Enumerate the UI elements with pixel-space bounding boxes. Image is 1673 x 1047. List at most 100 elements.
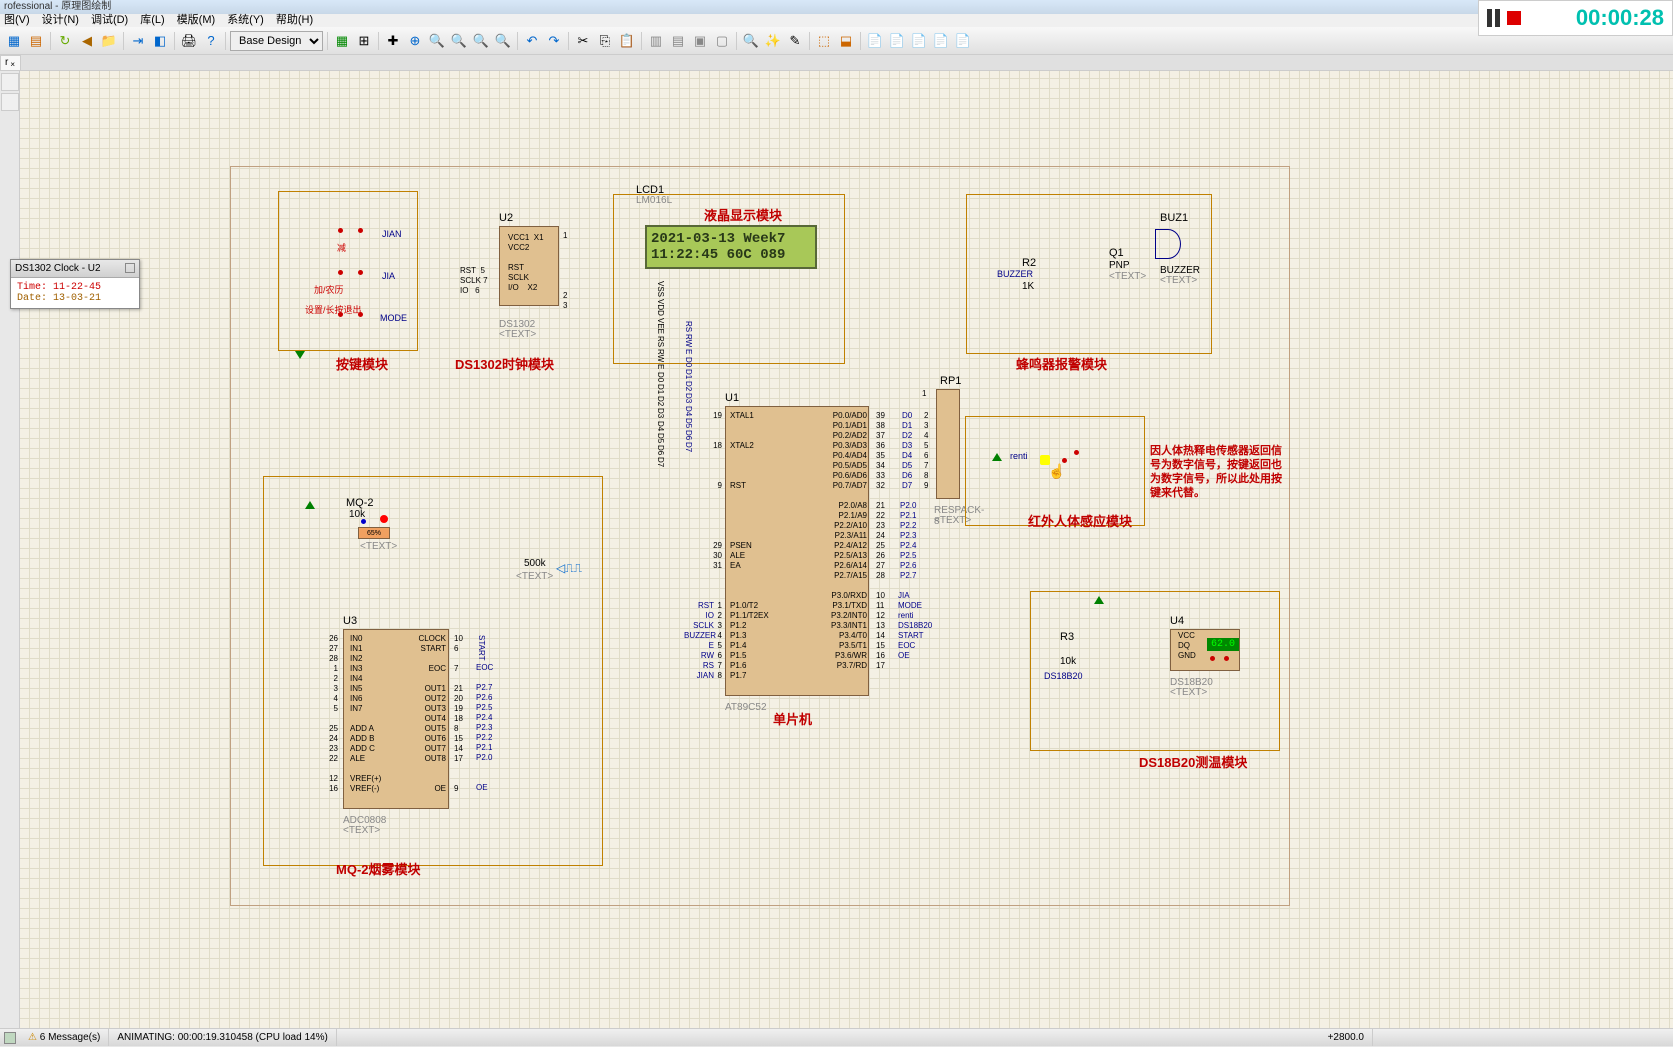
tb-decomp-icon[interactable]: ⬓ bbox=[836, 31, 856, 51]
sw-dot bbox=[358, 312, 363, 317]
power-icon bbox=[1094, 596, 1104, 604]
tb-zoom-in-icon[interactable]: 🔍 bbox=[427, 31, 447, 51]
recorder-pause-button[interactable] bbox=[1487, 9, 1501, 27]
separator bbox=[174, 32, 175, 50]
tab-schematic[interactable]: r × bbox=[0, 55, 21, 71]
tb-crosshair-icon[interactable]: ✚ bbox=[383, 31, 403, 51]
sb-play-icon[interactable] bbox=[4, 1032, 16, 1044]
tb-back-icon[interactable]: ◀ bbox=[77, 31, 97, 51]
tb-copy-icon[interactable]: ⎘ bbox=[595, 31, 615, 51]
menu-debug[interactable]: 调试(D) bbox=[91, 14, 128, 27]
sw-dot bbox=[338, 312, 343, 317]
tb-undo-icon[interactable]: ↶ bbox=[522, 31, 542, 51]
design-select[interactable]: Base Design bbox=[230, 31, 323, 51]
sb-messages[interactable]: ⚠ 6 Message(s) bbox=[20, 1029, 109, 1046]
sb-animating: ANIMATING: 00:00:19.310458 (CPU load 14%… bbox=[109, 1029, 336, 1046]
separator bbox=[641, 32, 642, 50]
tb-find-icon[interactable]: 🔍 bbox=[741, 31, 761, 51]
r2-net: BUZZER bbox=[997, 269, 1033, 279]
tb-paste-icon[interactable]: 📋 bbox=[617, 31, 637, 51]
mq2-dot bbox=[361, 519, 366, 524]
tb-schematic-icon[interactable]: ▦ bbox=[4, 31, 24, 51]
sw-dot bbox=[358, 228, 363, 233]
tb-report-icon[interactable]: 📄 bbox=[953, 31, 973, 51]
net-jia: JIA bbox=[382, 271, 395, 281]
tab-bar: r × bbox=[0, 55, 1673, 71]
tb-new-icon[interactable]: ↻ bbox=[55, 31, 75, 51]
mq2-pot[interactable]: 65% bbox=[358, 527, 390, 539]
label-keys-module: 按键模块 bbox=[336, 354, 388, 373]
component-rp1[interactable]: RP1 RESPACK-8 <TEXT> bbox=[936, 389, 960, 499]
label-jian: 减 bbox=[337, 241, 346, 254]
tb-zoom-area-icon[interactable]: 🔍 bbox=[493, 31, 513, 51]
title-bar: rofessional - 原理图绘制 bbox=[0, 0, 1673, 14]
u3-start-net: START bbox=[476, 635, 486, 660]
left-toolbar bbox=[0, 71, 20, 1028]
tb-wand-icon[interactable]: ✨ bbox=[763, 31, 783, 51]
separator bbox=[225, 32, 226, 50]
tb-ascii-icon[interactable]: 📄 bbox=[931, 31, 951, 51]
menu-library[interactable]: 库(L) bbox=[140, 14, 164, 27]
tb-edit-icon[interactable]: ✎ bbox=[785, 31, 805, 51]
menu-design[interactable]: 设计(N) bbox=[42, 14, 79, 27]
tb-import-icon[interactable]: ⇥ bbox=[128, 31, 148, 51]
schematic-canvas[interactable]: DS1302 Clock - U2 Time: 11-22-45 Date: 1… bbox=[0, 71, 1673, 1028]
r2-val: 1K bbox=[1022, 281, 1034, 292]
power-icon bbox=[992, 453, 1002, 461]
power-icon bbox=[305, 501, 315, 509]
tb-pkg-icon[interactable]: ⬚ bbox=[814, 31, 834, 51]
label-mq2-module: MQ-2烟雾模块 bbox=[336, 859, 421, 878]
u1-right-labels: P0.0/AD0P0.1/AD1P0.2/AD2P0.3/AD3P0.4/AD4… bbox=[825, 411, 867, 671]
tb-cut-icon[interactable]: ✂ bbox=[573, 31, 593, 51]
r3-net: DS18B20 bbox=[1044, 671, 1083, 681]
tb-folder-icon[interactable]: 📁 bbox=[99, 31, 119, 51]
q1-text: <TEXT> bbox=[1109, 271, 1146, 282]
label-ds1302-module: DS1302时钟模块 bbox=[455, 354, 554, 373]
r3-val: 10k bbox=[1060, 656, 1076, 667]
menu-view[interactable]: 图(V) bbox=[4, 14, 30, 27]
lt-component-icon[interactable] bbox=[1, 93, 19, 111]
clock-window-body: Time: 11-22-45 Date: 13-03-21 bbox=[11, 278, 139, 308]
tb-zoom-out-icon[interactable]: 🔍 bbox=[449, 31, 469, 51]
menu-system[interactable]: 系统(Y) bbox=[227, 14, 264, 27]
tb-print-icon[interactable]: 🖨 bbox=[179, 31, 199, 51]
u1-right-nets-bot: JIAMODErentiDS18B20STARTEOCOE bbox=[898, 591, 932, 661]
tb-block-move-icon[interactable]: ▤ bbox=[668, 31, 688, 51]
tb-pan-icon[interactable]: ⊕ bbox=[405, 31, 425, 51]
ir-note-text: 因人体热释电传感器返回信号为数字信号，按键返回也为数字信号，所以此处用按键来代替… bbox=[1150, 444, 1290, 500]
label-mode: 设置/长按退出 bbox=[305, 303, 362, 316]
buzzer-icon bbox=[1155, 229, 1181, 259]
tb-erc-icon[interactable]: 📄 bbox=[887, 31, 907, 51]
tb-zoom-fit-icon[interactable]: 🔍 bbox=[471, 31, 491, 51]
tb-pcb-icon[interactable]: ▤ bbox=[26, 31, 46, 51]
tb-redo-icon[interactable]: ↷ bbox=[544, 31, 564, 51]
tb-snap-icon[interactable]: ⊞ bbox=[354, 31, 374, 51]
net-mode: MODE bbox=[380, 313, 407, 323]
tb-grid-icon[interactable]: ▦ bbox=[332, 31, 352, 51]
u1-right-nets-top: D0D1D2D3D4D5D6D7 bbox=[902, 411, 912, 491]
mq2-ref: MQ-2 bbox=[346, 497, 374, 509]
tab-close-icon[interactable]: × bbox=[10, 58, 18, 66]
menu-template[interactable]: 模版(M) bbox=[177, 14, 216, 27]
tb-block-rotate-icon[interactable]: ▣ bbox=[690, 31, 710, 51]
clock-window-title[interactable]: DS1302 Clock - U2 bbox=[11, 260, 139, 278]
tb-block-delete-icon[interactable]: ▢ bbox=[712, 31, 732, 51]
tb-help-icon[interactable]: ? bbox=[201, 31, 221, 51]
tb-block-copy-icon[interactable]: ▥ bbox=[646, 31, 666, 51]
u3-right-nets: EOC P2.7P2.6P2.5P2.4P2.3P2.2P2.1P2.0 OE bbox=[476, 663, 493, 793]
tb-netlist-icon[interactable]: 📄 bbox=[909, 31, 929, 51]
u1-left-nets: RSTIOSCLKBUZZERERWRSJIAN bbox=[684, 601, 714, 681]
tb-area-icon[interactable]: ◧ bbox=[150, 31, 170, 51]
recorder-stop-button[interactable] bbox=[1507, 11, 1521, 25]
screen-recorder: 00:00:28 bbox=[1478, 0, 1673, 36]
q1-val: PNP bbox=[1109, 260, 1130, 271]
menu-help[interactable]: 帮助(H) bbox=[276, 14, 313, 27]
ds1302-clock-window[interactable]: DS1302 Clock - U2 Time: 11-22-45 Date: 1… bbox=[10, 259, 140, 309]
recorder-time: 00:00:28 bbox=[1576, 5, 1664, 31]
lt-select-icon[interactable] bbox=[1, 73, 19, 91]
separator bbox=[568, 32, 569, 50]
clock-window-maximize-icon[interactable] bbox=[125, 263, 135, 273]
tb-bom-icon[interactable]: 📄 bbox=[865, 31, 885, 51]
label-jia: 加/农历 bbox=[314, 283, 344, 296]
u1-right-nets-mid: P2.0P2.1P2.2P2.3P2.4P2.5P2.6P2.7 bbox=[900, 501, 916, 581]
